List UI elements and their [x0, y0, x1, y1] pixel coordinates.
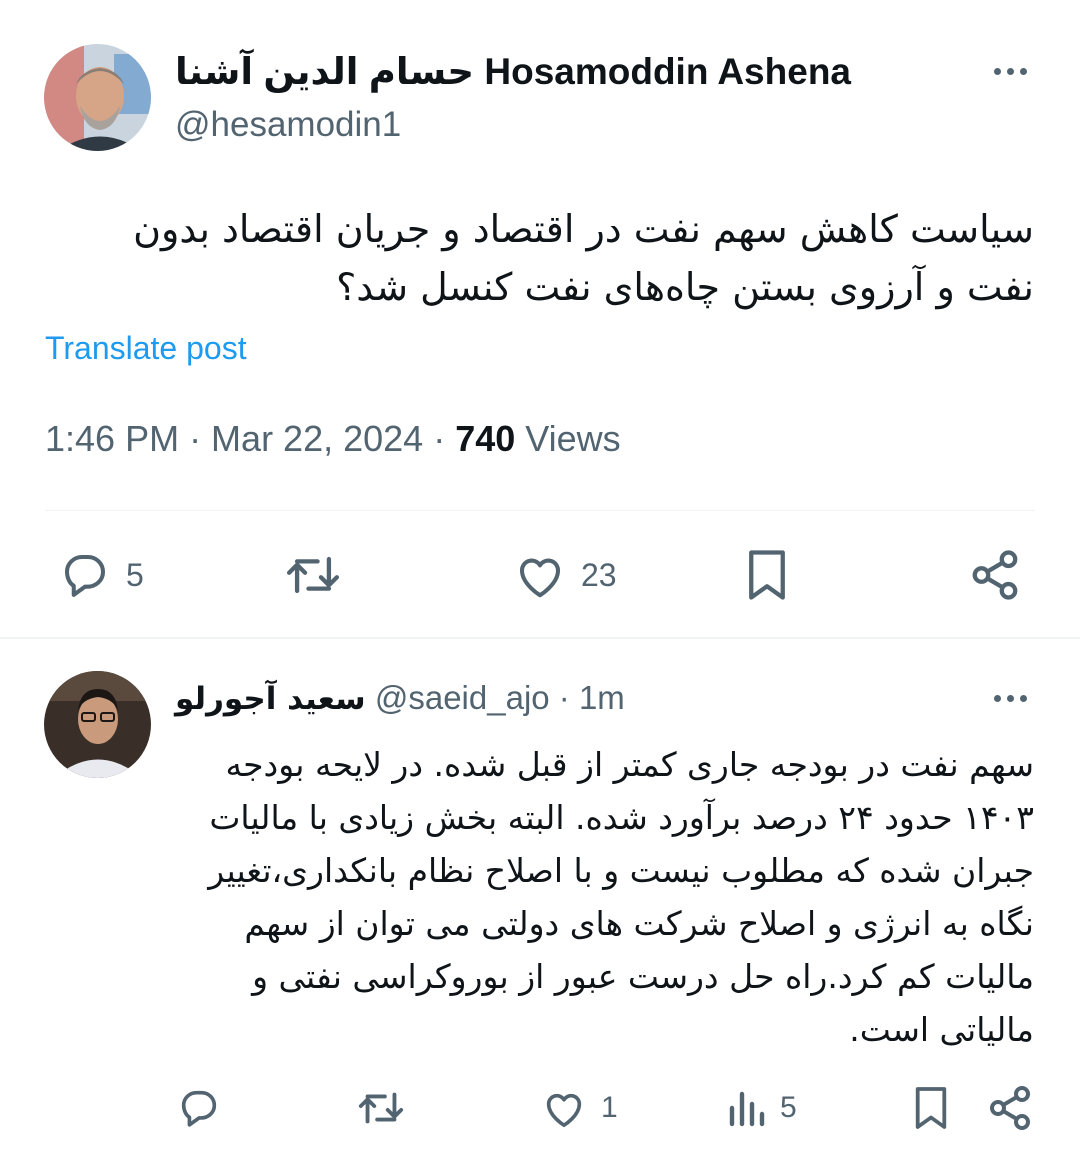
- views-button[interactable]: 5: [726, 1086, 797, 1130]
- like-icon: [519, 558, 561, 598]
- like-icon: [546, 1093, 582, 1128]
- reply-button[interactable]: 5: [58, 550, 144, 600]
- bookmark-icon: [749, 550, 785, 600]
- views-count: 740: [455, 418, 516, 459]
- like-button[interactable]: 1: [541, 1086, 618, 1130]
- reply-author-avatar[interactable]: [44, 671, 151, 778]
- author-avatar[interactable]: [44, 44, 151, 151]
- reply-icon: [64, 554, 106, 597]
- bookmark-button[interactable]: [912, 1084, 950, 1132]
- views-label: Views: [515, 418, 621, 459]
- like-button[interactable]: 23: [513, 550, 617, 600]
- reply-text-line: نگاه به انرژی و اصلاح شرکت های دولتی می …: [244, 904, 1034, 943]
- bookmark-icon: [915, 1087, 947, 1129]
- reply-text-line: ۱۴۰۳ حدود ۲۴ درصد برآورد شده. البته بخش …: [209, 798, 1034, 837]
- action-bar: 5 23: [0, 540, 1080, 610]
- reply-text-line: مالیاتی است.: [849, 1010, 1034, 1049]
- retweet-icon: [358, 1092, 404, 1124]
- retweet-icon: [286, 556, 340, 594]
- divider: [45, 510, 1035, 511]
- tweet-text-line: نفت و آرزوی بستن چاه‌های نفت کنسل شد؟: [336, 265, 1034, 309]
- share-icon: [990, 1086, 1030, 1130]
- avatar-image: [44, 44, 151, 151]
- reply-action-bar: 1 5: [0, 1080, 1080, 1140]
- avatar-image: [44, 671, 151, 778]
- tweet-text: سیاست کاهش سهم نفت در اقتصاد و جریان اقت…: [74, 200, 1034, 316]
- views-icon: [729, 1091, 765, 1127]
- reply-time[interactable]: · 1m: [550, 679, 625, 716]
- retweet-button[interactable]: [356, 1086, 406, 1130]
- share-icon: [972, 550, 1018, 600]
- reply-icon: [181, 1090, 217, 1127]
- reply-text-line: سهم نفت در بودجه جاری کمتر از قبل شده. د…: [225, 745, 1034, 784]
- reply-text-line: جبران شده که مطلوب نیست و با اصلاح نظام …: [208, 851, 1034, 890]
- author-handle[interactable]: @hesamodin1: [175, 105, 401, 145]
- share-button[interactable]: [988, 1084, 1032, 1132]
- tweet-text-line: سیاست کاهش سهم نفت در اقتصاد و جریان اقت…: [133, 207, 1034, 251]
- reply-text-line: مالیات کم کرد.راه حل درست عبور از بوروکر…: [252, 957, 1034, 996]
- more-icon[interactable]: [994, 695, 1027, 702]
- more-icon[interactable]: [994, 68, 1027, 75]
- reply-count: 5: [126, 556, 144, 593]
- views-count: 5: [780, 1091, 797, 1124]
- like-count: 1: [601, 1091, 618, 1124]
- retweet-button[interactable]: [283, 550, 343, 600]
- timestamp[interactable]: 1:46 PM · Mar 22, 2024 ·: [45, 418, 455, 459]
- reply-author-handle[interactable]: @saeid_ajo: [375, 679, 550, 716]
- main-tweet: حسام الدین آشنا Hosamoddin Ashena @hesam…: [0, 0, 1080, 640]
- share-button[interactable]: [970, 548, 1020, 602]
- reply-header: سعید آجورلو @saeid_ajo · 1m: [175, 679, 625, 717]
- reply-author-name[interactable]: سعید آجورلو: [175, 681, 366, 717]
- like-count: 23: [581, 556, 617, 593]
- author-name[interactable]: حسام الدین آشنا Hosamoddin Ashena: [175, 50, 851, 93]
- reply-button[interactable]: [176, 1086, 222, 1130]
- tweet-separator: [0, 637, 1080, 639]
- bookmark-button[interactable]: [744, 548, 790, 602]
- translate-link[interactable]: Translate post: [45, 330, 247, 367]
- reply-text: سهم نفت در بودجه جاری کمتر از قبل شده. د…: [174, 738, 1034, 1056]
- tweet-metadata: 1:46 PM · Mar 22, 2024 · 740 Views: [45, 418, 621, 460]
